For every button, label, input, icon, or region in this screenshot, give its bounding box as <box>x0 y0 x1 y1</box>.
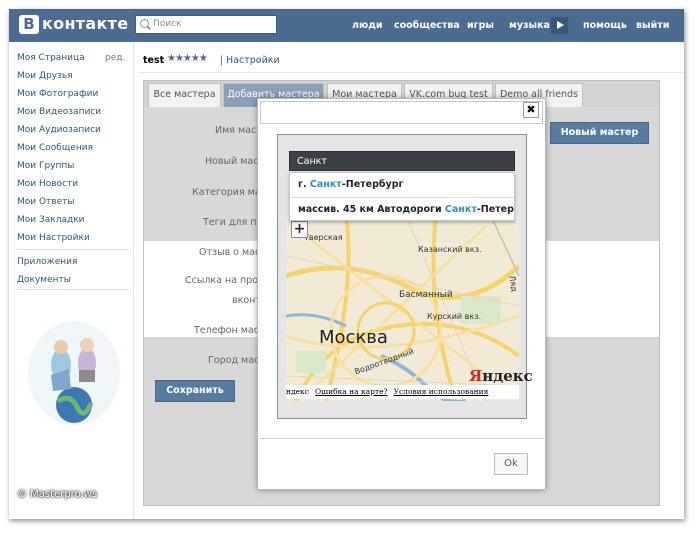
sidebar-item-my-page[interactable]: Моя Страница <box>17 53 85 63</box>
nav-games[interactable]: игры <box>467 20 494 31</box>
search-icon <box>140 19 149 28</box>
map-error-link[interactable]: Ошибка на карте? <box>315 387 388 396</box>
form-label-tags: Теги для по <box>203 217 263 228</box>
map-label-kursky: Курский вкз. <box>427 312 482 321</box>
play-icon[interactable] <box>551 17 568 34</box>
sidebar-item-messages[interactable]: Мои Сообщения <box>17 143 93 153</box>
sidebar-item-audio[interactable]: Мои Аудиозаписи <box>17 125 101 135</box>
map-label-tverskaya: Тверская <box>304 233 343 242</box>
top-header: В контакте Поиск люди сообщества игры му… <box>9 9 684 42</box>
form-label-link: Ссылка на про <box>185 275 259 286</box>
sidebar-item-groups[interactable]: Мои Группы <box>17 161 74 171</box>
suggestion-suffix: -Петербург <box>476 204 514 215</box>
close-icon[interactable]: ✖ <box>523 102 539 118</box>
browser-frame: В контакте Поиск люди сообщества игры му… <box>9 9 684 519</box>
sidebar-item-videos[interactable]: Мои Видеозаписи <box>17 107 101 117</box>
settings-link[interactable]: Настройки <box>226 55 280 66</box>
nav-communities[interactable]: сообщества <box>394 20 460 31</box>
form-label-city: Город мас <box>208 355 260 366</box>
map-search-input[interactable]: Санкт <box>289 151 515 171</box>
form-label-category: Категория ма <box>192 187 261 198</box>
sidebar-item-settings[interactable]: Мои Настройки <box>17 233 90 243</box>
suggestion-highlight: Санкт <box>444 204 477 215</box>
sidebar-item-bookmarks[interactable]: Мои Закладки <box>17 215 84 225</box>
map-footer: ндекс Ошибка на карте? Условия использован… <box>286 385 519 399</box>
suggestion-prefix: массив. 45 км Автодороги <box>298 204 445 215</box>
nav-logout[interactable]: выйти <box>636 20 669 31</box>
tab-all-masters[interactable]: Все мастера <box>148 83 221 107</box>
search-placeholder: Поиск <box>153 19 182 29</box>
map-terms-link[interactable]: Условия использования <box>394 387 489 396</box>
form-label-phone: Телефон мас <box>194 325 259 336</box>
suggestion-highlight: Санкт <box>309 179 342 190</box>
form-label-review: Отзыв о мас <box>199 247 261 258</box>
breadcrumb-separator: | <box>220 55 224 66</box>
sidebar-item-photos[interactable]: Мои Фотографии <box>17 89 98 99</box>
edit-link[interactable]: ред. <box>105 53 125 63</box>
header-divider <box>139 72 684 73</box>
logo-icon[interactable]: В <box>19 15 39 34</box>
map-label-kazansky: Казанский вкз. <box>418 245 482 254</box>
yandex-logo-rest: ндекс <box>482 367 533 385</box>
map-label-basmanny: Басманный <box>399 290 453 300</box>
nav-people[interactable]: люди <box>352 20 383 31</box>
sidebar-divider <box>17 289 129 290</box>
sidebar-divider <box>17 249 129 250</box>
sidebar-border <box>133 42 134 519</box>
suggestion-item[interactable]: г. Санкт-Петербург <box>298 179 403 190</box>
suggestion-prefix: г. <box>298 179 310 190</box>
dialog-footer-divider <box>259 438 544 439</box>
sidebar-item-apps[interactable]: Приложения <box>17 257 77 267</box>
nav-help[interactable]: помощь <box>583 20 627 31</box>
logo-text[interactable]: контакте <box>42 14 128 33</box>
sidebar-item-news[interactable]: Мои Новости <box>17 179 78 189</box>
form-label-new: Новый мас <box>205 156 259 167</box>
yandex-logo: Яндекс <box>469 367 533 385</box>
new-master-button[interactable]: Новый мастер <box>550 122 649 144</box>
map-city-label: Москва <box>319 327 388 348</box>
suggestion-item[interactable]: массив. 45 км Автодороги Санкт-Петербург <box>298 204 514 215</box>
save-button[interactable]: Сохранить <box>155 380 235 402</box>
page-title: test <box>143 55 165 66</box>
suggestion-suffix: -Петербург <box>341 179 404 190</box>
sidebar-item-answers[interactable]: Мои Ответы <box>17 197 75 207</box>
zoom-in-icon[interactable]: + <box>291 221 308 238</box>
map-footer-prefix: ндекс <box>286 387 309 396</box>
suggestion-list: г. Санкт-Петербург массив. 45 км Автодор… <box>289 172 515 221</box>
search-input[interactable]: Поиск <box>135 15 277 34</box>
mascot-image <box>28 321 120 425</box>
sidebar-item-documents[interactable]: Документы <box>17 275 71 285</box>
dialog-titlebar <box>260 101 543 124</box>
rating-stars-icon: ★★★★★ <box>167 53 208 64</box>
ok-button[interactable]: Ok <box>494 453 528 475</box>
sidebar-item-friends[interactable]: Мои Друзья <box>17 71 73 81</box>
yandex-logo-letter: Я <box>469 367 483 385</box>
watermark: © Masterpro.ws <box>17 489 98 500</box>
nav-music[interactable]: музыка <box>509 20 550 31</box>
suggestion-divider <box>290 197 514 198</box>
form-label-name: Имя маст <box>215 125 262 136</box>
